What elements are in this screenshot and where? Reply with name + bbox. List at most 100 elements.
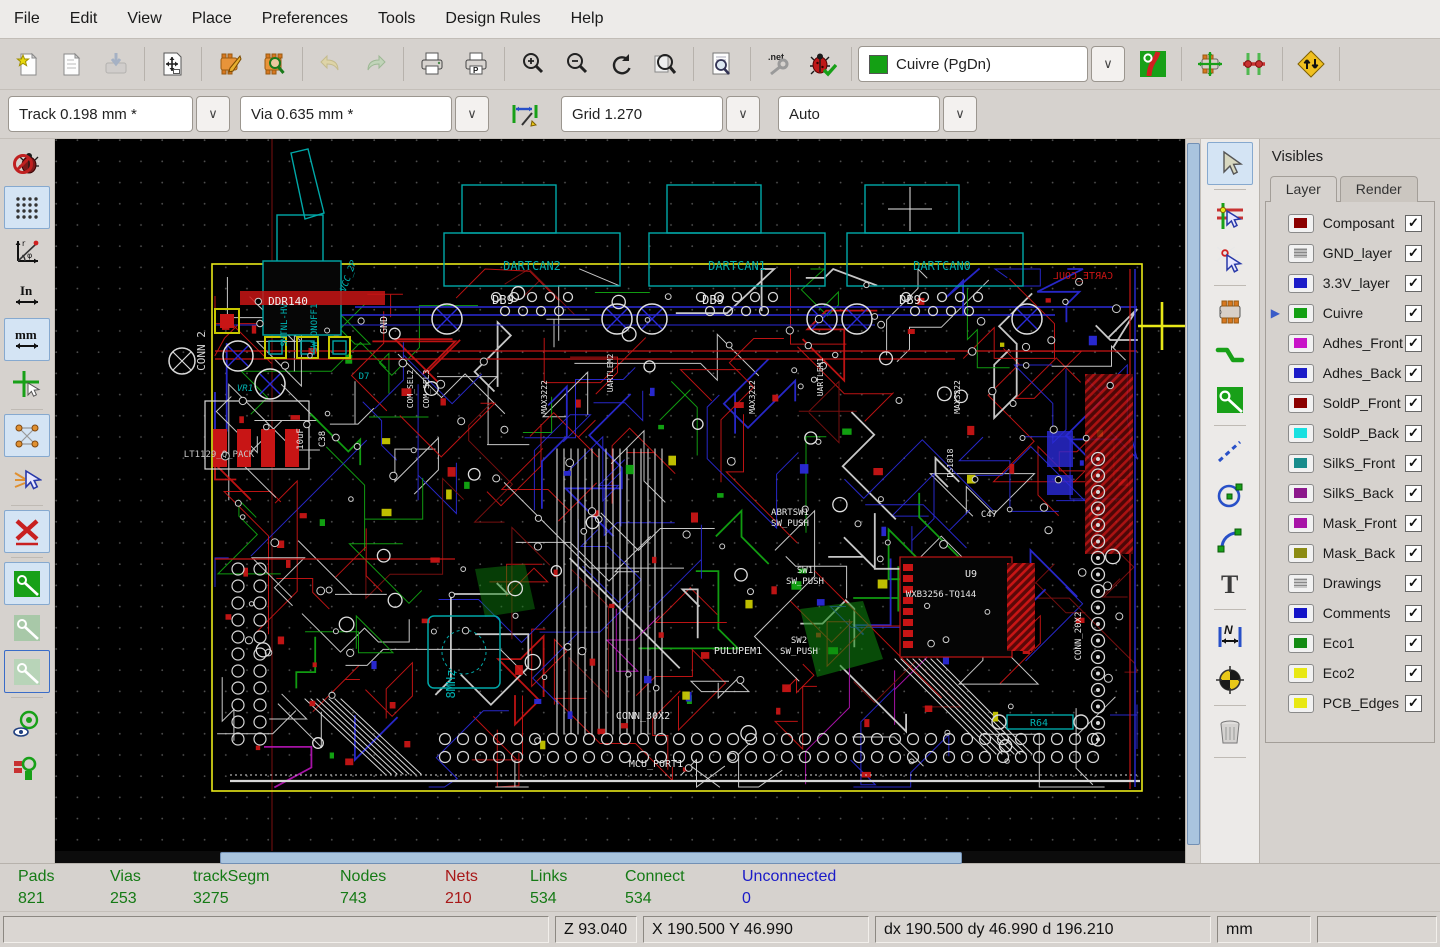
add-footprint-tool-button[interactable] xyxy=(1207,290,1253,333)
layer-row-drawings[interactable]: Drawings ✓ xyxy=(1266,568,1434,598)
drc-off-button[interactable] xyxy=(4,142,50,185)
menu-edit[interactable]: Edit xyxy=(70,10,98,28)
layer-visibility-checkbox[interactable]: ✓ xyxy=(1405,454,1422,472)
menu-view[interactable]: View xyxy=(127,10,161,28)
pcb-canvas[interactable]: CONN 2 SMTNL-HV SW_ONOFF1 DDR140 VCC_2P GND DA… xyxy=(55,139,1186,864)
zoom-in-button[interactable] xyxy=(511,42,555,86)
auto-delete-track-button[interactable] xyxy=(4,510,51,553)
layer-select-combo[interactable]: Cuivre (PgDn) xyxy=(858,46,1088,82)
layer-color-swatch[interactable] xyxy=(1287,303,1314,323)
via-sketch-mode-button[interactable] xyxy=(4,702,50,745)
layer-visibility-checkbox[interactable]: ✓ xyxy=(1405,484,1422,502)
tab-render[interactable]: Render xyxy=(1339,176,1418,202)
canvas-hscrollbar[interactable] xyxy=(55,851,1186,864)
plot-button[interactable]: P xyxy=(454,42,498,86)
layer-color-swatch[interactable] xyxy=(1287,213,1314,233)
layer-row-3.3v_layer[interactable]: 3.3V_layer ✓ xyxy=(1266,268,1434,298)
undo-button[interactable] xyxy=(309,42,353,86)
layer-row-soldp_back[interactable]: SoldP_Back ✓ xyxy=(1266,418,1434,448)
open-board-button[interactable] xyxy=(50,42,94,86)
layer-visibility-checkbox[interactable]: ✓ xyxy=(1405,694,1422,712)
layer-color-swatch[interactable] xyxy=(1287,543,1314,563)
layer-color-swatch[interactable] xyxy=(1287,573,1314,593)
add-text-tool-button[interactable]: T xyxy=(1207,562,1253,605)
layer-color-swatch[interactable] xyxy=(1287,453,1314,473)
layer-row-eco1[interactable]: Eco1 ✓ xyxy=(1266,628,1434,658)
ratsnest-show-button[interactable] xyxy=(4,414,51,457)
footprint-mode-button[interactable] xyxy=(1188,42,1232,86)
add-graphic-arc-tool-button[interactable] xyxy=(1207,518,1253,561)
netlist-button[interactable]: .net xyxy=(757,42,801,86)
layer-visibility-checkbox[interactable]: ✓ xyxy=(1405,364,1422,382)
via-size-combo[interactable]: Via 0.635 mm * xyxy=(240,96,452,132)
layer-visibility-checkbox[interactable]: ✓ xyxy=(1405,574,1422,592)
track-width-dropdown[interactable]: ∨ xyxy=(196,96,230,132)
add-graphic-line-tool-button[interactable] xyxy=(1207,430,1253,473)
zoom-dropdown[interactable]: ∨ xyxy=(943,96,977,132)
menu-tools[interactable]: Tools xyxy=(378,10,415,28)
layer-row-eco2[interactable]: Eco2 ✓ xyxy=(1266,658,1434,688)
layer-color-swatch[interactable] xyxy=(1287,633,1314,653)
zoom-combo[interactable]: Auto xyxy=(778,96,940,132)
zones-hide-button[interactable] xyxy=(4,606,50,649)
track-width-combo[interactable]: Track 0.198 mm * xyxy=(8,96,193,132)
canvas-vscrollbar-thumb[interactable] xyxy=(1187,143,1201,845)
layer-visibility-checkbox[interactable]: ✓ xyxy=(1405,214,1422,232)
layer-select-dropdown-button[interactable]: ∨ xyxy=(1091,46,1125,82)
layer-row-adhes_back[interactable]: Adhes_Back ✓ xyxy=(1266,358,1434,388)
add-zone-tool-button[interactable] xyxy=(1207,378,1253,421)
cursor-shape-button[interactable] xyxy=(4,362,50,405)
delete-tool-button[interactable] xyxy=(1207,710,1253,753)
layer-visibility-checkbox[interactable]: ✓ xyxy=(1405,244,1422,262)
layer-row-silks_front[interactable]: SilkS_Front ✓ xyxy=(1266,448,1434,478)
autoroute-mode-button[interactable] xyxy=(1289,42,1333,86)
footprint-editor-button[interactable] xyxy=(208,42,252,86)
canvas-vscrollbar[interactable] xyxy=(1185,139,1201,863)
layer-visibility-checkbox[interactable]: ✓ xyxy=(1405,334,1422,352)
layer-row-soldp_front[interactable]: SoldP_Front ✓ xyxy=(1266,388,1434,418)
sheet-settings-button[interactable] xyxy=(151,42,195,86)
menu-preferences[interactable]: Preferences xyxy=(262,10,348,28)
menu-place[interactable]: Place xyxy=(192,10,232,28)
canvas-hscrollbar-thumb[interactable] xyxy=(220,852,963,864)
layer-color-swatch[interactable] xyxy=(1287,363,1314,383)
track-sketch-mode-button[interactable] xyxy=(4,746,50,789)
menu-help[interactable]: Help xyxy=(571,10,604,28)
layer-color-swatch[interactable] xyxy=(1287,273,1314,293)
layer-visibility-checkbox[interactable]: ✓ xyxy=(1405,634,1422,652)
layer-visibility-checkbox[interactable]: ✓ xyxy=(1405,304,1422,322)
add-dimension-tool-button[interactable]: N xyxy=(1207,614,1253,657)
footprint-viewer-button[interactable] xyxy=(252,42,296,86)
add-graphic-circle-tool-button[interactable] xyxy=(1207,474,1253,517)
highlight-net-tool-button[interactable] xyxy=(1207,194,1253,237)
layer-row-mask_front[interactable]: Mask_Front ✓ xyxy=(1266,508,1434,538)
layer-color-swatch[interactable] xyxy=(1287,663,1314,683)
add-target-tool-button[interactable] xyxy=(1207,658,1253,701)
layer-color-swatch[interactable] xyxy=(1287,483,1314,503)
select-tool-button[interactable] xyxy=(1207,142,1254,185)
layer-visibility-checkbox[interactable]: ✓ xyxy=(1405,424,1422,442)
auto-track-width-button[interactable] xyxy=(503,92,547,136)
layer-row-adhes_front[interactable]: Adhes_Front ✓ xyxy=(1266,328,1434,358)
add-track-tool-button[interactable] xyxy=(1207,334,1253,377)
module-ratsnest-button[interactable] xyxy=(4,458,50,501)
layer-row-comments[interactable]: Comments ✓ xyxy=(1266,598,1434,628)
layer-visibility-checkbox[interactable]: ✓ xyxy=(1405,544,1422,562)
layer-visibility-checkbox[interactable]: ✓ xyxy=(1405,514,1422,532)
polar-coords-button[interactable]: φr xyxy=(4,230,50,273)
menu-design-rules[interactable]: Design Rules xyxy=(445,10,540,28)
units-inches-button[interactable]: In xyxy=(4,274,50,317)
tab-layer[interactable]: Layer xyxy=(1269,176,1337,202)
zones-show-outline-button[interactable] xyxy=(4,650,51,693)
drc-check-button[interactable] xyxy=(801,42,845,86)
track-mode-button[interactable] xyxy=(1232,42,1276,86)
layer-color-swatch[interactable] xyxy=(1287,243,1314,263)
redraw-button[interactable] xyxy=(599,42,643,86)
menu-file[interactable]: File xyxy=(14,10,40,28)
save-board-button[interactable] xyxy=(94,42,138,86)
track-display-mode-button[interactable] xyxy=(1131,42,1175,86)
layer-color-swatch[interactable] xyxy=(1287,333,1314,353)
layer-visibility-checkbox[interactable]: ✓ xyxy=(1405,394,1422,412)
print-button[interactable] xyxy=(410,42,454,86)
layer-color-swatch[interactable] xyxy=(1287,393,1314,413)
